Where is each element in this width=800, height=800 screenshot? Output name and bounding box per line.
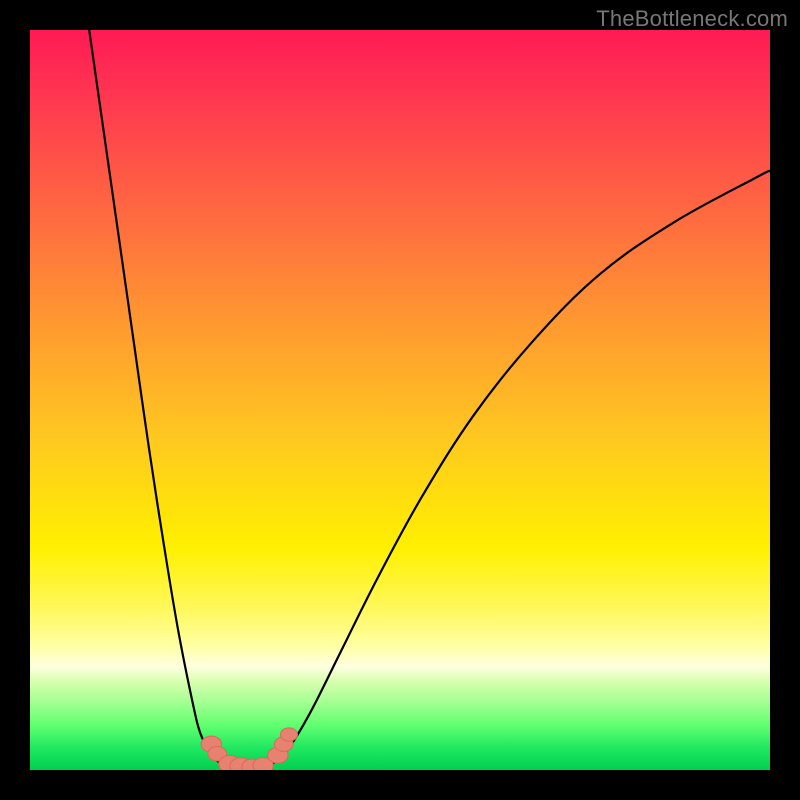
- curve-left-branch: [89, 30, 230, 766]
- chart-svg: [30, 30, 770, 770]
- marker-group: [201, 728, 297, 770]
- curve-right-branch: [274, 171, 770, 763]
- data-marker: [280, 728, 297, 741]
- chart-area: [30, 30, 770, 770]
- watermark-text: TheBottleneck.com: [596, 6, 788, 32]
